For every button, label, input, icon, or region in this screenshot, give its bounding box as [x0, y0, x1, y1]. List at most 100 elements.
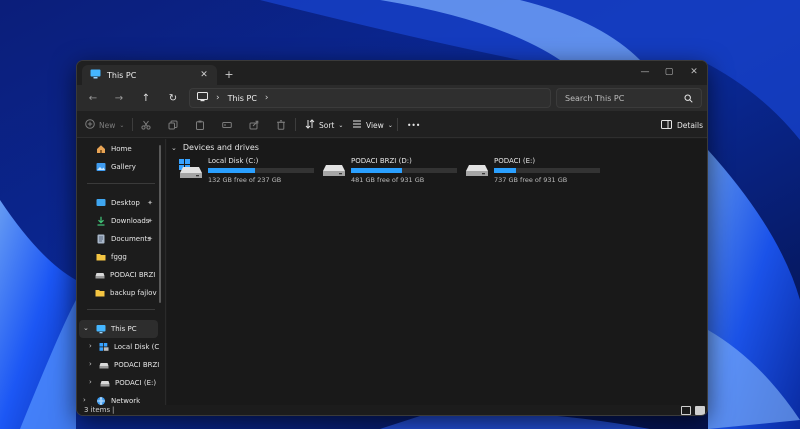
computer-icon	[197, 92, 208, 104]
back-button[interactable]: ←	[85, 90, 101, 106]
copy-icon[interactable]	[168, 117, 178, 133]
sidebar-item-this-pc[interactable]: This PC	[95, 321, 137, 337]
maximize-button[interactable]: ▢	[660, 64, 678, 80]
minimize-button[interactable]: —	[636, 64, 654, 80]
delete-icon[interactable]	[276, 117, 286, 133]
command-bar: New ⌄ Sort ⌄ View ⌄ ••• Details	[77, 111, 707, 138]
cut-icon[interactable]	[141, 117, 151, 133]
file-explorer-window: This PC ✕ + — ▢ ✕ ← → ↑ ↻ › This PC › Se…	[76, 60, 708, 416]
chevron-right-icon[interactable]: ›	[89, 342, 92, 350]
details-label: Details	[677, 120, 704, 130]
chevron-right-icon[interactable]: ›	[83, 396, 86, 404]
pin-icon: ✦	[147, 235, 153, 243]
drive-tile-e[interactable]: PODACI (E:) 737 GB free of 931 GB	[465, 157, 605, 187]
sidebar-item-home[interactable]: Home	[95, 141, 132, 157]
sidebar-item-label: Desktop	[111, 199, 140, 207]
forward-button[interactable]: →	[111, 90, 127, 106]
drive-free-space: 132 GB free of 237 GB	[208, 176, 282, 184]
refresh-button[interactable]: ↻	[165, 90, 181, 106]
sidebar-item-downloads[interactable]: Downloads ✦	[95, 213, 157, 229]
drive-free-space: 481 GB free of 931 GB	[351, 176, 425, 184]
sidebar-item-local-disk-c[interactable]: Local Disk (C:)	[99, 339, 159, 355]
sidebar-item-gallery[interactable]: Gallery	[95, 159, 136, 175]
drive-free-space: 737 GB free of 931 GB	[494, 176, 568, 184]
sidebar-item-fggg[interactable]: fggg	[95, 249, 157, 265]
navigation-pane: Home Gallery Desktop ✦ Downloads ✦ Docum…	[77, 139, 165, 406]
toolbar-separator	[397, 118, 398, 131]
sort-button[interactable]: Sort ⌄	[305, 117, 343, 133]
breadcrumb-chevron-icon[interactable]: ›	[216, 93, 220, 103]
sort-icon	[305, 119, 315, 131]
pin-icon: ✦	[147, 217, 153, 225]
sidebar-item-podaci-brzi[interactable]: PODACI BRZI (D	[95, 267, 157, 283]
windows-drive-icon	[99, 342, 109, 353]
search-box[interactable]	[556, 88, 702, 108]
rename-icon[interactable]	[222, 117, 232, 133]
details-view-icon[interactable]	[681, 406, 691, 415]
more-options-button[interactable]: •••	[407, 117, 420, 133]
drive-usage-fill	[208, 168, 255, 173]
drive-tile-d[interactable]: PODACI BRZI (D:) 481 GB free of 931 GB	[322, 157, 462, 187]
search-input[interactable]	[565, 93, 675, 103]
sidebar-item-podaci-brzi-d[interactable]: PODACI BRZI (	[99, 357, 159, 373]
sidebar-item-label: fggg	[111, 253, 127, 261]
chevron-down-icon: ⌄	[338, 121, 344, 129]
sidebar-item-desktop[interactable]: Desktop ✦	[95, 195, 157, 211]
drive-icon	[99, 378, 110, 389]
downloads-icon	[95, 216, 106, 227]
chevron-down-icon: ⌄	[119, 121, 125, 129]
status-bar: 3 items |	[77, 405, 707, 415]
up-button[interactable]: ↑	[138, 90, 154, 106]
sidebar-item-label: Gallery	[111, 163, 136, 171]
sidebar-divider	[87, 183, 155, 184]
drive-usage-fill	[351, 168, 403, 173]
view-button[interactable]: View ⌄	[352, 117, 393, 133]
large-icons-view-icon[interactable]	[695, 406, 705, 415]
chevron-down-icon[interactable]: ⌄	[171, 144, 177, 152]
folder-icon	[95, 288, 105, 299]
breadcrumb-chevron-icon[interactable]: ›	[265, 93, 269, 103]
chevron-right-icon[interactable]: ›	[89, 378, 92, 386]
group-title: Devices and drives	[182, 143, 259, 152]
tab-this-pc[interactable]: This PC ✕	[82, 65, 217, 85]
sidebar-item-backup-fajlovi[interactable]: backup fajlovi s	[95, 285, 157, 301]
drive-icon	[95, 270, 105, 281]
pane-divider[interactable]	[165, 139, 166, 405]
view-icon	[352, 119, 362, 131]
sidebar-item-label: Documents	[111, 235, 151, 243]
sidebar-item-label: Home	[111, 145, 132, 153]
chevron-right-icon[interactable]: ›	[89, 360, 92, 368]
new-button[interactable]: New ⌄	[85, 117, 124, 133]
sidebar-divider	[87, 309, 155, 310]
sidebar-item-documents[interactable]: Documents ✦	[95, 231, 157, 247]
sidebar-scrollbar[interactable]	[159, 145, 161, 303]
sidebar-item-label: Network	[111, 397, 141, 405]
breadcrumb-this-pc[interactable]: This PC	[228, 94, 257, 103]
details-button[interactable]: Details	[661, 117, 703, 133]
new-tab-button[interactable]: +	[222, 67, 236, 81]
drive-usage-fill	[494, 168, 517, 173]
drive-icon	[465, 159, 489, 181]
close-window-button[interactable]: ✕	[685, 64, 703, 80]
paste-icon[interactable]	[195, 117, 205, 133]
address-bar[interactable]: › This PC ›	[189, 88, 551, 108]
search-icon[interactable]	[684, 94, 693, 105]
details-pane-icon	[661, 119, 672, 131]
home-icon	[95, 144, 106, 155]
file-list-view: ⌄ Devices and drives Local Disk (C:) 132…	[167, 139, 707, 405]
drive-usage-bar	[494, 168, 600, 173]
close-tab-icon[interactable]: ✕	[197, 68, 211, 82]
sidebar-item-podaci-e[interactable]: PODACI (E:)	[99, 375, 159, 391]
drive-tile-c[interactable]: Local Disk (C:) 132 GB free of 237 GB	[179, 157, 319, 187]
navigation-bar: ← → ↑ ↻ › This PC ›	[77, 85, 707, 111]
toolbar-separator	[295, 118, 296, 131]
tab-title: This PC	[107, 70, 137, 80]
share-icon[interactable]	[249, 117, 259, 133]
group-header-devices[interactable]: ⌄ Devices and drives	[171, 143, 259, 152]
sidebar-item-label: PODACI (E:)	[115, 379, 157, 387]
chevron-down-icon: ⌄	[387, 121, 393, 129]
sidebar-item-label: Downloads	[111, 217, 150, 225]
sort-label: Sort	[319, 120, 335, 130]
chevron-down-icon[interactable]: ⌄	[83, 324, 89, 332]
sidebar-item-label: Local Disk (C:)	[114, 343, 159, 351]
